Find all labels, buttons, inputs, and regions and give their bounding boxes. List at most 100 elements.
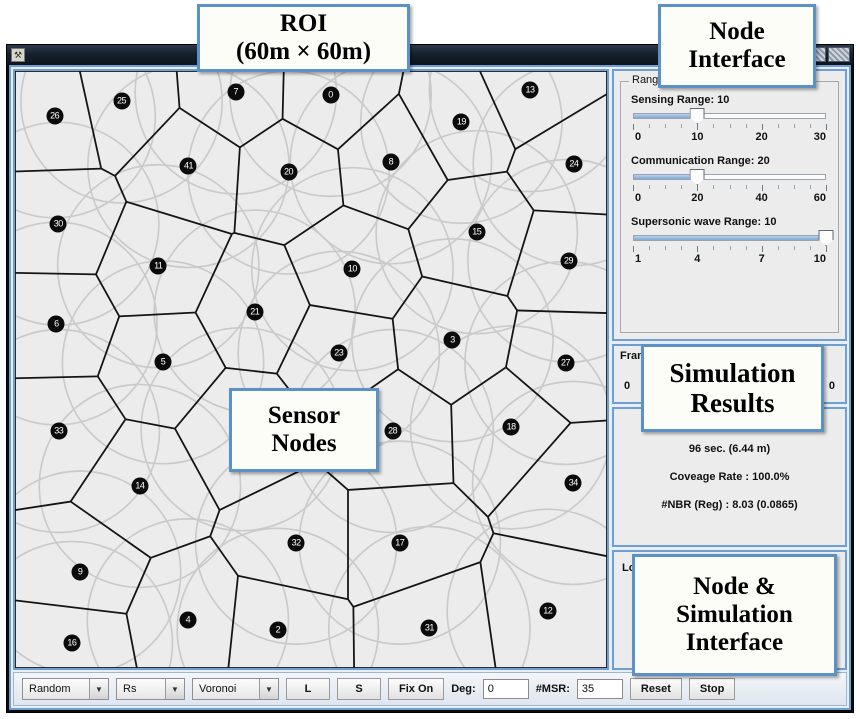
sensor-node[interactable]: 19 [452, 113, 470, 131]
load-button[interactable]: L [286, 678, 330, 700]
deg-input[interactable]: 0 [482, 679, 529, 699]
sensing-range-tick-labels: 0 10 20 30 [633, 131, 826, 145]
supersonic-wave-range-tick-1: 1 [635, 253, 642, 265]
sensing-range-tick-20: 20 [755, 131, 768, 143]
annotation-sensor-nodes: Sensor Nodes [229, 388, 379, 472]
sensor-node-id: 33 [54, 425, 64, 436]
sensor-node[interactable]: 23 [330, 344, 348, 362]
sensor-node-id: 27 [561, 357, 571, 368]
sensor-node[interactable]: 15 [468, 223, 486, 241]
sensor-node[interactable]: 16 [63, 634, 81, 652]
msr-input[interactable]: 35 [576, 679, 623, 699]
sensor-node[interactable]: 33 [50, 422, 68, 440]
communication-range-tick-60: 60 [813, 192, 826, 204]
sensor-node[interactable]: 14 [131, 477, 149, 495]
sensor-node[interactable]: 12 [539, 602, 557, 620]
sensor-node[interactable]: 13 [521, 81, 539, 99]
annotation-roi-line2: (60m × 60m) [235, 38, 372, 65]
annotation-node-interface-line1: Node [709, 18, 765, 45]
annotation-simulation-results-line1: Simulation [669, 357, 796, 388]
sensor-node-id: 20 [283, 166, 294, 177]
sensor-node[interactable]: 20 [280, 163, 297, 181]
sensor-node-id: 31 [424, 622, 435, 633]
sensor-node-id: 24 [569, 158, 579, 169]
sensor-node[interactable]: 26 [46, 107, 64, 125]
sensor-node[interactable]: 8 [382, 153, 400, 171]
voronoi-diagram [15, 71, 607, 668]
supersonic-wave-range-track[interactable] [633, 230, 834, 246]
sensor-node[interactable]: 6 [47, 315, 65, 333]
range-sliders: Sensing Range: 10 0 10 20 30 Communication Ra… [631, 94, 834, 267]
annotation-roi-line1: ROI [279, 10, 328, 37]
sensor-node[interactable]: 7 [227, 83, 245, 101]
sensor-node[interactable]: 25 [113, 92, 131, 110]
sensor-node-id: 26 [50, 110, 60, 121]
annotation-node-sim-interface-line1: Node & [693, 573, 776, 600]
sensor-node[interactable]: 32 [287, 534, 305, 552]
sensor-node-id: 41 [183, 160, 194, 171]
supersonic-wave-range-slider[interactable]: Supersonic wave Range: 10 1 4 7 10 [631, 216, 834, 267]
sensor-node[interactable]: 28 [384, 422, 402, 440]
metric-combo[interactable]: Rs ▼ [116, 678, 185, 700]
placement-combo[interactable]: Random ▼ [22, 678, 109, 700]
fix-on-button[interactable]: Fix On [388, 678, 445, 700]
reset-button[interactable]: Reset [629, 678, 682, 700]
sensor-node-id: 8 [388, 156, 394, 167]
sensor-node[interactable]: 41 [179, 157, 197, 175]
frame-delay-max-tick: 0 [828, 380, 835, 392]
save-button[interactable]: S [337, 678, 381, 700]
sensor-node[interactable]: 0 [322, 86, 340, 104]
sensing-range-track[interactable] [633, 108, 826, 124]
communication-range-tick-labels: 0 20 40 60 [633, 192, 826, 206]
sensor-node[interactable]: 17 [391, 534, 409, 552]
roi-canvas-panel[interactable]: 2625701319412082430151110296212335273322… [13, 69, 609, 670]
chevron-down-icon: ▼ [259, 679, 278, 699]
sensor-node[interactable]: 18 [502, 418, 520, 436]
sensor-node-id: 30 [53, 218, 64, 229]
supersonic-wave-range-tick-7: 7 [758, 253, 765, 265]
deg-label: Deg: [451, 683, 476, 695]
sensor-node[interactable]: 27 [557, 354, 575, 372]
sensor-node[interactable]: 11 [149, 257, 167, 275]
sensor-node[interactable]: 21 [246, 303, 264, 321]
annotation-node-interface-line2: Interface [688, 46, 786, 73]
slider-thumb[interactable] [818, 230, 834, 246]
sensor-node-id: 12 [543, 605, 553, 616]
communication-range-slider[interactable]: Communication Range: 20 0 20 40 60 [631, 155, 828, 206]
supersonic-wave-range-tick-4: 4 [694, 253, 701, 265]
sensing-range-ticks [633, 124, 827, 131]
sensor-node-id: 21 [250, 306, 260, 317]
slider-thumb[interactable] [689, 108, 705, 124]
supersonic-wave-range-tick-10: 10 [813, 253, 826, 265]
diagram-combo[interactable]: Voronoi ▼ [192, 678, 279, 700]
sensor-node-id: 25 [117, 95, 127, 106]
sensor-node-id: 6 [54, 318, 59, 329]
sensor-node-id: 7 [233, 86, 239, 97]
communication-range-track[interactable] [633, 169, 826, 185]
node-interface-panel: Range Control (m) Sensing Range: 1001020… [612, 69, 847, 341]
close-button[interactable] [828, 47, 850, 62]
sensor-node-id: 23 [334, 347, 344, 358]
annotation-node-sim-interface: Node & Simulation Interface [632, 554, 837, 676]
sensor-node[interactable]: 4 [179, 611, 197, 629]
sensor-node-id: 3 [450, 334, 455, 345]
sensor-node[interactable]: 29 [560, 252, 578, 270]
sensing-range-slider[interactable]: Sensing Range: 10 0 10 20 30 [631, 94, 828, 145]
sensor-node[interactable]: 24 [565, 155, 583, 173]
sensor-node[interactable]: 2 [269, 621, 287, 639]
sensor-node[interactable]: 31 [420, 619, 438, 637]
sensor-node[interactable]: 5 [154, 353, 172, 371]
annotation-roi: ROI (60m × 60m) [197, 4, 410, 72]
sensor-node[interactable]: 30 [49, 215, 67, 233]
frame-delay-min-tick: 0 [624, 380, 631, 392]
sensor-node[interactable]: 3 [443, 331, 461, 349]
sensor-node[interactable]: 9 [71, 563, 89, 581]
sensor-node[interactable]: 10 [343, 260, 361, 278]
slider-fill [634, 175, 697, 179]
sensor-node[interactable]: 34 [564, 474, 582, 492]
slider-thumb[interactable] [689, 169, 705, 185]
placement-combo-value: Random [23, 679, 89, 699]
sensor-node-id: 5 [160, 356, 166, 367]
sensing-range-tick-0: 0 [635, 131, 642, 143]
stop-button[interactable]: Stop [688, 678, 736, 700]
